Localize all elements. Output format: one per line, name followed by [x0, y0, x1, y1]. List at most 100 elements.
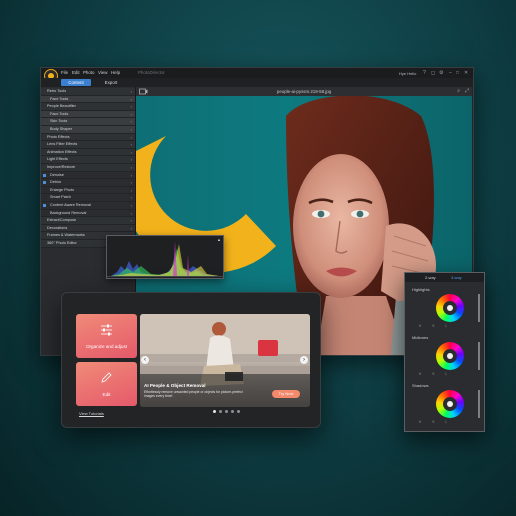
chevron-right-icon: › [303, 357, 305, 363]
notification-icon[interactable]: ◻ [431, 70, 435, 76]
midtones-values: H S L [419, 372, 452, 376]
chevron-right-icon: › [130, 127, 132, 132]
sidebar-item[interactable]: Enlarge Photo › [41, 187, 135, 195]
checkbox-icon[interactable] [43, 204, 46, 207]
image-filename: people-ai-pyssm.218-58.jpg [276, 89, 332, 94]
sidebar-item[interactable]: Improve/Restore › [41, 164, 135, 172]
sidebar-item[interactable]: Face Tools › [41, 95, 135, 104]
tab-2-way[interactable]: 2-way [425, 275, 436, 280]
midtones-slider[interactable] [478, 342, 480, 370]
sidebar-item[interactable]: Retro Tools › [41, 88, 135, 96]
sidebar-item-label: Deblur [50, 180, 62, 185]
sidebar-item-label: People Beautifier [47, 104, 76, 109]
chevron-right-icon: › [130, 225, 132, 231]
shadows-values: H S L [419, 420, 452, 424]
edit-card[interactable]: Edit [76, 362, 137, 406]
sidebar-item-label: Background Removal [50, 210, 87, 215]
wheel-handle[interactable] [447, 353, 453, 359]
sidebar-item-label: Decorations [47, 225, 68, 230]
wheel-handle[interactable] [447, 305, 453, 311]
wheel-handle[interactable] [447, 401, 453, 407]
adjust-sliders-icon [101, 324, 112, 336]
sidebar-item[interactable]: Decorations › [41, 224, 135, 233]
shadows-color-wheel[interactable] [436, 390, 464, 418]
sidebar-item[interactable]: Body Shaper › [41, 126, 135, 134]
highlights-values: H S L [419, 324, 452, 328]
minimize-icon[interactable]: – [449, 70, 452, 76]
user-name[interactable]: Hye Hello [399, 71, 416, 76]
sidebar-item-label: Smart Patch [50, 195, 71, 200]
sidebar-item-label: Lens Filter Effects [47, 142, 78, 147]
sidebar-item[interactable]: Photo Effects › [41, 133, 135, 142]
tab-3-way[interactable]: 3-way [451, 275, 462, 280]
sidebar-item[interactable]: Background Removal › [41, 210, 135, 218]
highlights-color-wheel[interactable] [436, 294, 464, 322]
shadows-label: Shadows [412, 383, 429, 388]
sidebar-item[interactable]: People Beautifier › [41, 103, 135, 111]
sidebar-item[interactable]: Smart Patch › [41, 194, 135, 202]
view-tutorials-link[interactable]: View Tutorials [79, 411, 104, 416]
help-icon[interactable]: ? [423, 70, 426, 76]
sidebar-item[interactable]: Extract/Compose › [41, 217, 135, 225]
sidebar-item-label: 360° Photo Editor [47, 241, 77, 245]
organize-card[interactable]: Organize and adjust [76, 314, 137, 358]
tab-content[interactable]: Content [61, 79, 91, 86]
chevron-right-icon: › [130, 89, 132, 94]
highlights-label: Highlights [412, 287, 430, 292]
carousel-dot[interactable] [219, 410, 222, 413]
midtones-label: Midtones [412, 335, 429, 340]
sidebar-item-label: Extract/Compose [47, 218, 77, 223]
menu-view[interactable]: View [98, 70, 107, 75]
zoom-icon[interactable]: ⌕ [457, 88, 460, 94]
settings-icon[interactable]: ⚙ [439, 70, 443, 76]
sidebar-item[interactable]: Animation Effects › [41, 148, 135, 157]
mode-tabs: Content Export [41, 78, 473, 87]
midtones-color-wheel[interactable] [436, 342, 464, 370]
try-now-button[interactable]: Try Now [272, 390, 300, 398]
carousel-dot[interactable] [231, 410, 234, 413]
sidebar-item[interactable]: Deblur › [41, 179, 135, 187]
checkbox-icon[interactable] [43, 181, 46, 185]
menu-photo[interactable]: Photo [83, 70, 94, 75]
sidebar-item[interactable]: Denoise › [41, 172, 135, 180]
menu-help[interactable]: Help [111, 70, 120, 75]
banner-next-button[interactable]: › [300, 356, 308, 364]
checkbox-icon[interactable] [43, 173, 46, 177]
chevron-right-icon: › [130, 142, 132, 148]
carousel-dot[interactable] [237, 410, 240, 413]
chevron-right-icon: › [130, 96, 132, 102]
sidebar-item-label: Retro Tools [47, 89, 67, 93]
app-title: PhotoDirector [138, 70, 165, 75]
carousel-dot[interactable] [213, 410, 216, 413]
chevron-right-icon: › [130, 149, 132, 155]
sidebar-item-label: Photo Effects [47, 134, 70, 139]
sidebar-item[interactable]: Content Aware Removal › [41, 202, 135, 210]
sidebar-item-label: Face Tools [50, 111, 69, 116]
shadows-slider[interactable] [478, 390, 480, 418]
histogram-chart [107, 241, 223, 277]
sidebar-item[interactable]: Skin Tools › [41, 118, 135, 126]
promo-banner[interactable]: AI People & Object Removal Effortlessly … [140, 314, 310, 407]
banner-prev-button[interactable]: ‹ [141, 356, 149, 364]
canvas-toolbar: people-ai-pyssm.218-58.jpg ⌕ ⤢ [136, 87, 472, 96]
chevron-right-icon: › [130, 104, 132, 110]
sidebar-item-label: Face Tools [50, 96, 69, 101]
chevron-right-icon: › [130, 119, 132, 125]
carousel-dot[interactable] [225, 410, 228, 413]
chevron-right-icon: › [130, 187, 132, 193]
menu-file[interactable]: File [61, 70, 68, 75]
menu-edit[interactable]: Edit [72, 70, 80, 75]
histogram-warning-icon[interactable]: ▲ [217, 237, 221, 242]
tab-content-label: Content [68, 80, 84, 85]
chevron-right-icon: › [130, 195, 132, 201]
maximize-icon[interactable]: □ [456, 70, 459, 76]
fullscreen-icon[interactable]: ⤢ [465, 88, 469, 94]
chevron-right-icon: › [130, 165, 132, 170]
tab-export[interactable]: Export [96, 79, 126, 86]
sidebar-item[interactable]: Light Effects › [41, 156, 135, 164]
sidebar-item[interactable]: Lens Filter Effects › [41, 141, 135, 149]
close-icon[interactable]: ✕ [464, 70, 468, 76]
highlights-slider[interactable] [478, 294, 480, 322]
sidebar-item[interactable]: Face Tools › [41, 110, 135, 119]
histogram-panel: ▲ [106, 235, 224, 279]
